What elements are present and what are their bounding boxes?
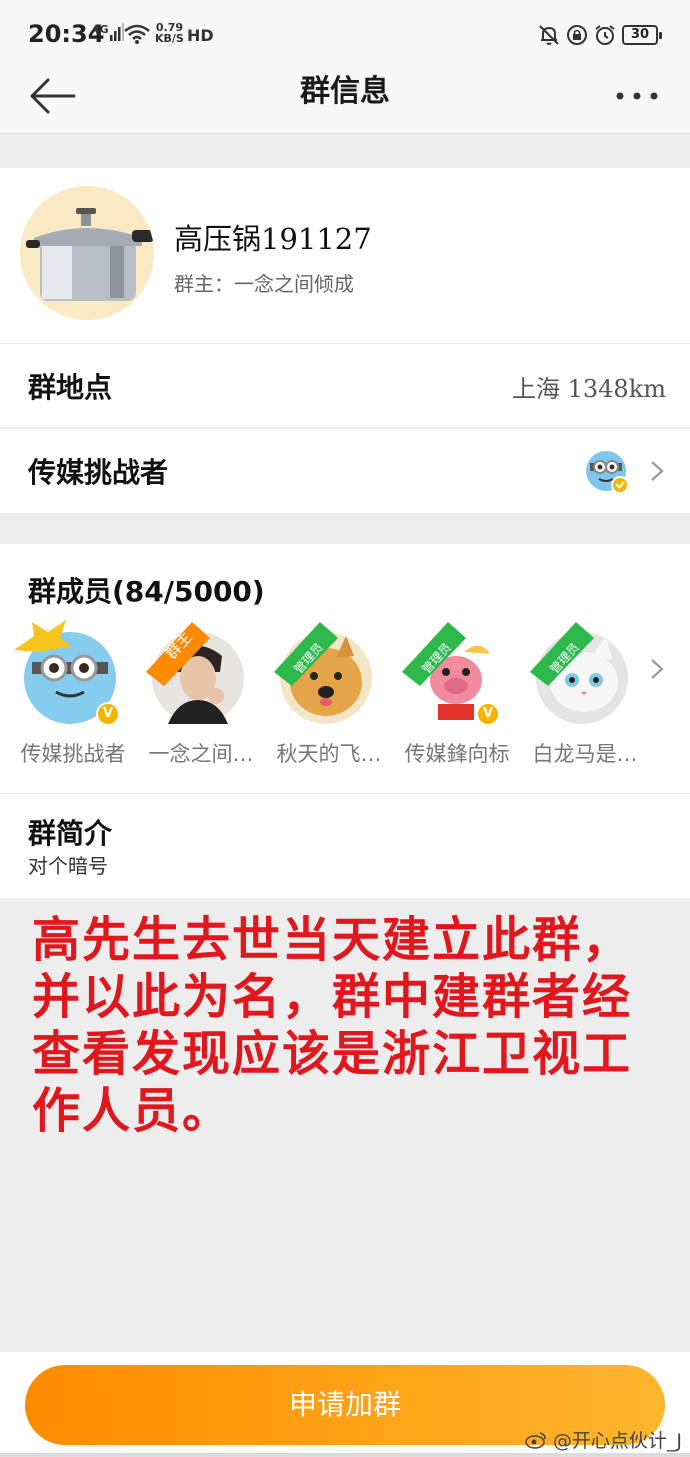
network-type: 4G — [92, 23, 109, 36]
page-title: 群信息 — [300, 74, 390, 109]
member-item[interactable]: V 传媒挑战者 — [10, 616, 138, 776]
mute-bell-icon — [539, 25, 559, 45]
intro-text: 对个暗号 — [28, 854, 108, 878]
rotation-lock-icon — [567, 25, 587, 45]
speed-unit: KB/S — [155, 32, 184, 45]
home-indicator — [0, 1453, 690, 1457]
member-name: 一念之间… — [148, 742, 254, 766]
chevron-right-icon[interactable] — [650, 658, 664, 680]
admin-ribbon: 管理员 — [274, 622, 338, 686]
group-header: 高压锅191127 群主：一念之间倾成 — [0, 168, 690, 344]
verified-badge: V — [476, 702, 500, 726]
back-arrow-icon[interactable] — [28, 76, 78, 116]
battery-indicator: 30 — [622, 25, 662, 45]
annotation-text: 高先生去世当天建立此群，并以此为名，群中建群者经查看发现应该是浙江卫视工作人员。 — [32, 912, 633, 1139]
network-speed: 0.79 KB/S — [155, 22, 184, 44]
wifi-icon — [124, 24, 150, 44]
signal-icon — [110, 23, 124, 41]
group-name: 高压锅191127 — [174, 222, 372, 256]
admin-ribbon: 管理员 — [530, 622, 594, 686]
members-section: 群成员(84/5000) V 传媒挑战者 群主 一念之间… 管理员 秋天的飞… … — [0, 544, 690, 794]
location-row: 群地点 上海 1348km — [0, 344, 690, 428]
member-name: 白龙马是… — [532, 742, 638, 766]
member-item[interactable]: 管理员 V 传媒鋒向标 — [394, 616, 522, 776]
location-value: 上海 1348km — [511, 375, 666, 403]
nav-bar: 群信息 — [0, 72, 690, 134]
status-bar: 20:34 4G 0.79 KB/S HD 30 — [0, 0, 690, 72]
verified-badge: V — [96, 702, 120, 726]
intro-title: 群简介 — [28, 817, 113, 850]
intro-section: 群简介 对个暗号 — [0, 794, 690, 898]
member-name: 秋天的飞… — [276, 742, 382, 766]
location-label: 群地点 — [28, 371, 113, 404]
member-name: 传媒挑战者 — [20, 742, 126, 766]
hd-indicator: HD — [187, 26, 214, 45]
watermark: @开心点伙计_J — [525, 1426, 682, 1453]
more-options-icon[interactable] — [612, 76, 662, 116]
chevron-right-icon — [651, 461, 664, 481]
member-name: 传媒鋒向标 — [404, 742, 510, 766]
group-avatar — [20, 186, 154, 320]
admin-ribbon: 管理员 — [402, 622, 466, 686]
owner-ribbon: 群主 — [146, 622, 210, 686]
members-title: 群成员(84/5000) — [28, 575, 265, 608]
group-owner: 群主：一念之间倾成 — [174, 272, 354, 296]
weibo-icon — [525, 1432, 546, 1449]
member-item[interactable]: 管理员 秋天的飞… — [266, 616, 394, 776]
pressure-cooker-icon — [20, 186, 154, 320]
category-avatar — [586, 451, 629, 494]
category-label: 传媒挑战者 — [28, 456, 169, 489]
member-item[interactable]: 群主 一念之间… — [138, 616, 266, 776]
category-row[interactable]: 传媒挑战者 — [0, 429, 690, 513]
watermark-text: @开心点伙计_J — [552, 1430, 682, 1452]
alarm-icon — [595, 25, 615, 45]
member-item[interactable]: 管理员 白龙马是… — [522, 616, 650, 776]
